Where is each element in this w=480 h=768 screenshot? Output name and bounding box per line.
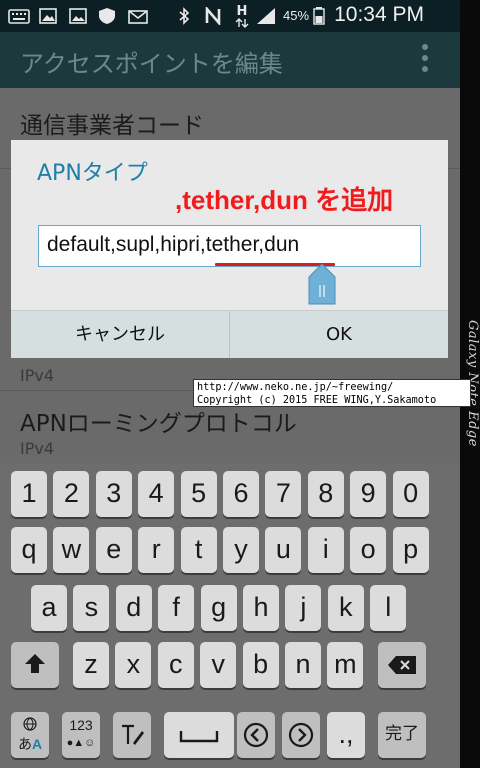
dialog-button-bar: キャンセル OK (11, 310, 448, 358)
key-2[interactable]: 2 (53, 471, 90, 517)
symbol-key-sub: ●▲☺ (66, 737, 96, 749)
key-b[interactable]: b (242, 642, 279, 688)
key-u[interactable]: u (265, 527, 302, 573)
key-t[interactable]: t (180, 527, 217, 573)
key-o[interactable]: o (350, 527, 387, 573)
backspace-key[interactable] (378, 642, 426, 688)
apn-type-input[interactable]: default,supl,hipri,tether,dun (38, 225, 421, 267)
keyboard: 1234567890 qwertyuiop asdfghjkl zxcvbnm … (0, 463, 460, 768)
key-a[interactable]: a (31, 585, 67, 631)
lang-kana: あ (17, 736, 32, 752)
key-7[interactable]: 7 (265, 471, 302, 517)
key-j[interactable]: j (285, 585, 322, 631)
ok-button[interactable]: OK (230, 311, 448, 358)
keyboard-icon (8, 9, 30, 24)
key-z[interactable]: z (73, 642, 109, 688)
cursor-left-key[interactable] (237, 712, 275, 758)
handwriting-icon (122, 724, 144, 745)
backspace-icon (388, 656, 416, 674)
key-d[interactable]: d (115, 585, 152, 631)
key-p[interactable]: p (392, 527, 429, 573)
arrow-right-icon (288, 722, 314, 748)
key-c[interactable]: c (157, 642, 194, 688)
watermark-url: http://www.neko.ne.jp/~freewing/ (197, 382, 394, 393)
settings-row-value: IPv4 (20, 366, 55, 385)
key-x[interactable]: x (115, 642, 152, 688)
key-3[interactable]: 3 (95, 471, 132, 517)
cursor-right-key[interactable] (282, 712, 320, 758)
mail-icon (128, 10, 148, 24)
action-bar: アクセスポイントを編集 (0, 32, 460, 88)
annotation-text: ,tether,dun を追加 (175, 185, 394, 215)
key-4[interactable]: 4 (138, 471, 175, 517)
watermark-copyright: Copyright (c) 2015 FREE WING,Y.Sakamoto (197, 395, 437, 406)
key-6[interactable]: 6 (223, 471, 259, 517)
cancel-button[interactable]: キャンセル (11, 311, 229, 358)
signal-icon (257, 8, 275, 24)
handwriting-key[interactable] (113, 712, 151, 758)
key-e[interactable]: e (95, 527, 132, 573)
battery-percent: 45% (283, 8, 310, 23)
key-y[interactable]: y (223, 527, 259, 573)
shift-icon (25, 654, 45, 673)
key-m[interactable]: m (327, 642, 364, 688)
punctuation-key[interactable]: ., (327, 712, 365, 758)
key-f[interactable]: f (158, 585, 195, 631)
page-title: アクセスポイントを編集 (20, 50, 283, 78)
shield-icon (99, 8, 115, 24)
key-v[interactable]: v (200, 642, 237, 688)
key-k[interactable]: k (327, 585, 364, 631)
key-9[interactable]: 9 (350, 471, 387, 517)
clock: 10:34 PM (334, 3, 424, 26)
dialog-title: APNタイプ (37, 161, 148, 186)
key-q[interactable]: q (11, 527, 47, 573)
settings-row-title: APNローミングプロトコル (20, 411, 297, 437)
shift-key[interactable] (11, 642, 59, 688)
key-s[interactable]: s (73, 585, 110, 631)
overflow-menu-icon[interactable] (420, 44, 430, 78)
text-cursor-handle-icon[interactable] (307, 263, 337, 305)
gallery-icon (39, 8, 57, 24)
data-arrows-icon (235, 18, 249, 28)
apn-type-value: default,supl,hipri,tether,dun (47, 233, 300, 256)
key-1[interactable]: 1 (11, 471, 47, 517)
key-l[interactable]: l (370, 585, 407, 631)
arrow-left-icon (243, 722, 269, 748)
symbol-key[interactable]: 123 ●▲☺ (62, 712, 100, 758)
lang-latin: A (31, 736, 43, 752)
space-icon (179, 731, 219, 743)
key-h[interactable]: h (243, 585, 279, 631)
globe-icon (23, 717, 37, 731)
key-0[interactable]: 0 (392, 471, 429, 517)
key-8[interactable]: 8 (307, 471, 344, 517)
image-icon (69, 8, 87, 24)
done-key[interactable]: 完了 (378, 712, 426, 758)
key-w[interactable]: w (53, 527, 90, 573)
symbol-key-label: 123 (69, 717, 93, 733)
key-g[interactable]: g (200, 585, 237, 631)
settings-row-value: IPv4 (20, 439, 55, 458)
battery-icon (313, 7, 325, 25)
apn-type-dialog: APNタイプ default,supl,hipri,tether,dun キャン… (11, 140, 448, 358)
key-n[interactable]: n (285, 642, 321, 688)
settings-row-title: 通信事業者コード (20, 113, 204, 139)
key-i[interactable]: i (307, 527, 344, 573)
status-bar: H 45% 10:34 PM (0, 0, 460, 32)
nfc-icon (205, 7, 221, 25)
copyright-watermark: http://www.neko.ne.jp/~freewing/ Copyrig… (193, 379, 471, 407)
space-key[interactable] (164, 712, 234, 758)
bluetooth-icon (179, 7, 190, 25)
key-r[interactable]: r (138, 527, 175, 573)
language-key[interactable]: あA (11, 712, 49, 758)
key-5[interactable]: 5 (180, 471, 217, 517)
